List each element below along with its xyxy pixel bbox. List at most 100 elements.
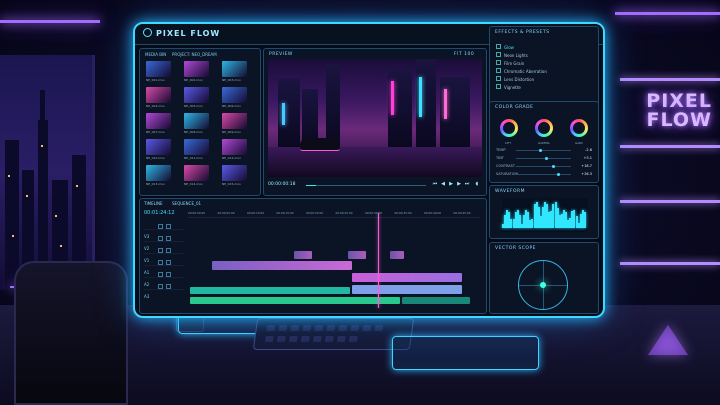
preview-zoom[interactable]: FIT 100: [454, 52, 474, 57]
grade-slider-row[interactable]: SATURATION +26.3: [496, 172, 592, 178]
grade-slider-track[interactable]: [516, 165, 571, 168]
eye-icon[interactable]: [158, 224, 163, 229]
video-clip[interactable]: [348, 251, 366, 259]
editor-monitor: PIXEL FLOW MEDIA BIN PROJECT: NEO_DREAM …: [133, 22, 605, 318]
markers-icon[interactable]: [604, 210, 605, 220]
video-clip[interactable]: [352, 273, 462, 282]
lock-icon[interactable]: [166, 260, 171, 265]
eye-icon[interactable]: [158, 236, 163, 241]
effect-item[interactable]: Lens Distortion: [496, 76, 534, 82]
lock-icon[interactable]: [166, 248, 171, 253]
audio-clip[interactable]: [402, 297, 470, 304]
video-clip[interactable]: [294, 251, 312, 259]
grade-slider-knob[interactable]: [544, 157, 548, 160]
lock-icon[interactable]: [166, 236, 171, 241]
effect-item[interactable]: Film Grain: [496, 60, 524, 66]
media-thumbnail[interactable]: [146, 87, 171, 103]
track-header[interactable]: V3: [144, 223, 184, 239]
logo-tool-icon[interactable]: [604, 30, 605, 40]
media-thumbnail[interactable]: [222, 61, 247, 77]
track-header[interactable]: V2: [144, 235, 184, 251]
effect-item[interactable]: Vignette: [496, 84, 521, 90]
media-thumbnail[interactable]: [146, 139, 171, 155]
media-thumbnail[interactable]: [184, 61, 209, 77]
effects-panel: EFFECTS & PRESETS Glow Neon Lights Film …: [489, 26, 599, 112]
grade-slider-track[interactable]: [516, 157, 571, 160]
step-back-icon[interactable]: ◀: [440, 181, 446, 187]
media-thumbnail[interactable]: [184, 165, 209, 181]
text-icon[interactable]: [604, 90, 605, 100]
track-header[interactable]: A3: [144, 283, 184, 299]
grade-slider-knob[interactable]: [552, 165, 556, 168]
skip-forward-icon[interactable]: ⏭: [464, 181, 470, 187]
grade-slider-track[interactable]: [516, 173, 571, 176]
media-clip-name: NE_001.mov: [146, 78, 165, 82]
grade-slider-knob[interactable]: [556, 173, 560, 176]
media-thumbnail[interactable]: [222, 165, 247, 181]
timeline-timecode: 00:01:24:12: [144, 210, 175, 216]
effect-item[interactable]: Glow: [496, 44, 514, 50]
color-icon[interactable]: [604, 130, 605, 140]
preview-viewer[interactable]: [268, 59, 482, 177]
volume-icon[interactable]: ◖: [474, 181, 480, 187]
skip-back-icon[interactable]: ⏮: [432, 181, 438, 187]
audio-icon[interactable]: [604, 110, 605, 120]
grade-slider-row[interactable]: TEMP -2.6: [496, 148, 592, 154]
gain-wheel[interactable]: [570, 119, 588, 137]
export-icon[interactable]: [604, 150, 605, 160]
desk-scene: PIXEL FLOW PIXEL FLOW MEDIA BIN PROJECT:…: [0, 0, 720, 405]
effects-icon[interactable]: [604, 70, 605, 80]
lift-wheel[interactable]: [500, 119, 518, 137]
media-thumbnail[interactable]: [184, 87, 209, 103]
media-thumbnail[interactable]: [184, 113, 209, 129]
track-header[interactable]: A1: [144, 259, 184, 275]
playhead[interactable]: [378, 213, 379, 308]
media-clip-name: NE_015.mov: [222, 182, 241, 186]
media-thumbnail[interactable]: [222, 139, 247, 155]
effect-item[interactable]: Neon Lights: [496, 52, 528, 58]
play-icon[interactable]: ▶: [448, 181, 454, 187]
eye-icon[interactable]: [158, 272, 163, 277]
media-thumbnail[interactable]: [222, 87, 247, 103]
lock-icon[interactable]: [166, 284, 171, 289]
eye-icon[interactable]: [158, 248, 163, 253]
tab-project[interactable]: PROJECT: NEO_DREAM: [172, 52, 217, 57]
media-clip-name: NE_005.mov: [184, 104, 203, 108]
timeline-ruler[interactable]: 00:00:00:00 00:00:05:00 00:00:10:00 00:00:1…: [188, 211, 480, 218]
gamma-wheel[interactable]: [535, 119, 553, 137]
history-icon[interactable]: [604, 190, 605, 200]
lock-icon[interactable]: [166, 224, 171, 229]
audio-clip[interactable]: [190, 297, 400, 304]
wall-sign: PIXEL FLOW: [612, 92, 712, 130]
tab-media-bin[interactable]: MEDIA BIN: [145, 52, 166, 57]
vector-scope-title: VECTOR SCOPE: [495, 246, 537, 251]
preview-scrubber[interactable]: [306, 185, 426, 186]
video-clip[interactable]: [212, 261, 352, 270]
media-clip-name: NE_006.mov: [222, 104, 241, 108]
waveform-trace: [583, 212, 586, 228]
sequence-name[interactable]: SEQUENCE_01: [172, 201, 201, 206]
media-thumbnail[interactable]: [146, 113, 171, 129]
grade-slider-track[interactable]: [516, 149, 571, 152]
media-thumbnail[interactable]: [146, 61, 171, 77]
audio-clip[interactable]: [190, 287, 350, 294]
eye-icon[interactable]: [158, 260, 163, 265]
media-thumbnail[interactable]: [146, 165, 171, 181]
video-clip[interactable]: [352, 285, 462, 294]
grade-slider-knob[interactable]: [539, 149, 543, 152]
track-header[interactable]: A2: [144, 271, 184, 287]
settings-icon[interactable]: [604, 170, 605, 180]
video-clip[interactable]: [390, 251, 404, 259]
layers-icon[interactable]: [604, 50, 605, 60]
grade-slider-row[interactable]: TINT +3.1: [496, 156, 592, 162]
step-forward-icon[interactable]: ▶: [456, 181, 462, 187]
effect-item[interactable]: Chromatic Aberration: [496, 68, 547, 74]
lock-icon[interactable]: [166, 272, 171, 277]
media-clip-name: NE_004.mov: [146, 104, 165, 108]
ruler-tick-label: 00:00:35:00: [394, 211, 412, 215]
eye-icon[interactable]: [158, 284, 163, 289]
media-thumbnail[interactable]: [222, 113, 247, 129]
media-thumbnail[interactable]: [184, 139, 209, 155]
grade-slider-row[interactable]: CONTRAST +18.7: [496, 164, 592, 170]
track-header[interactable]: V1: [144, 247, 184, 263]
